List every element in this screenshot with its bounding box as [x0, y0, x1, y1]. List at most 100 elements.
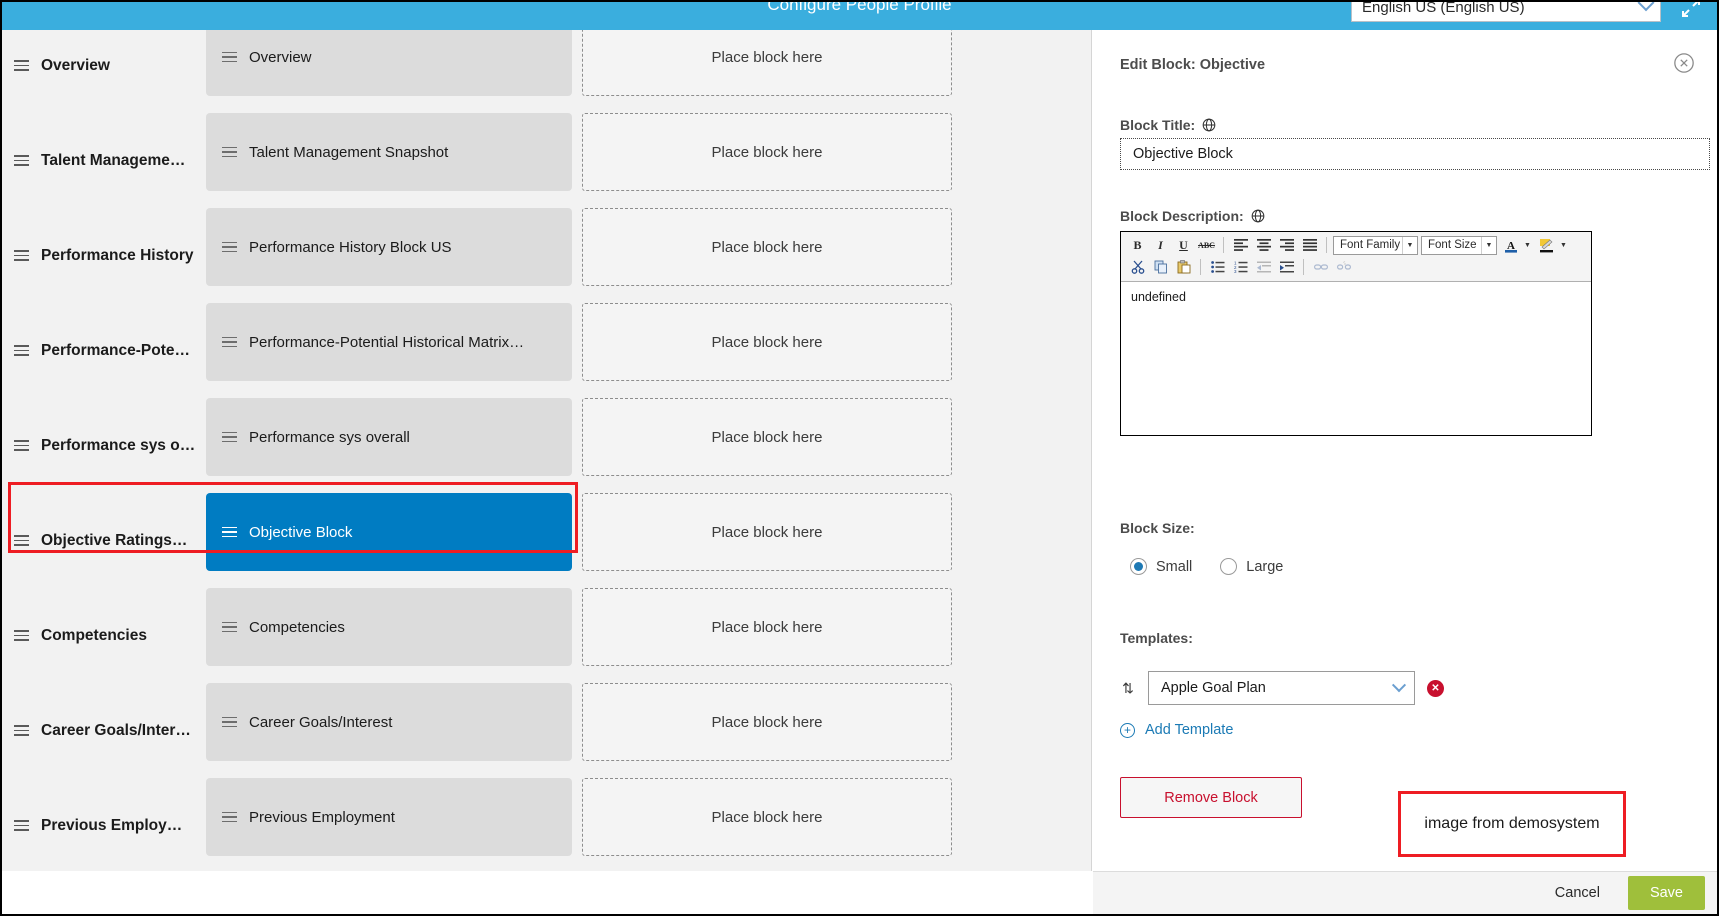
italic-icon[interactable]: I — [1150, 235, 1171, 255]
drag-handle-icon[interactable] — [14, 535, 29, 546]
sidebar-item-career-goals-inter[interactable]: Career Goals/Inter… — [2, 683, 191, 778]
globe-translate-icon[interactable] — [1251, 209, 1265, 223]
dropzone[interactable]: Place block here — [582, 588, 952, 666]
strikethrough-icon[interactable]: ABC — [1196, 235, 1217, 255]
expand-arrows-icon[interactable] — [1679, 2, 1705, 22]
block-card[interactable]: Performance-Potential Historical Matrix… — [206, 303, 572, 381]
drag-handle-icon[interactable] — [222, 621, 237, 633]
drag-handle-icon[interactable] — [14, 60, 29, 71]
globe-translate-icon[interactable] — [1202, 118, 1216, 132]
sidebar-item-performance-history[interactable]: Performance History — [2, 208, 193, 303]
dropzone[interactable]: Place block here — [582, 493, 952, 571]
sidebar-item-label: Objective Ratings… — [41, 531, 188, 549]
radio-option-large[interactable]: Large — [1220, 558, 1283, 575]
bold-icon[interactable]: B — [1127, 235, 1148, 255]
template-select-value: Apple Goal Plan — [1161, 680, 1266, 696]
numbered-list-icon[interactable]: 123 — [1230, 257, 1251, 277]
copy-icon[interactable] — [1150, 257, 1171, 277]
block-card[interactable]: Talent Management Snapshot — [206, 113, 572, 191]
unlink-icon[interactable] — [1333, 257, 1354, 277]
drag-handle-icon[interactable] — [14, 725, 29, 736]
cancel-button[interactable]: Cancel — [1545, 879, 1610, 907]
dropzone[interactable]: Place block here — [582, 30, 952, 96]
block-description-label-text: Block Description: — [1120, 208, 1244, 224]
block-card-selected[interactable]: Objective Block — [206, 493, 572, 571]
font-size-value: Font Size — [1428, 239, 1477, 251]
block-card[interactable]: Career Goals/Interest — [206, 683, 572, 761]
block-card-label: Performance History Block US — [249, 238, 452, 256]
font-size-select[interactable]: Font Size ▼ — [1421, 235, 1497, 255]
drag-handle-icon[interactable] — [222, 336, 237, 348]
link-icon[interactable] — [1310, 257, 1331, 277]
dropzone[interactable]: Place block here — [582, 208, 952, 286]
dropzone[interactable]: Place block here — [582, 683, 952, 761]
sidebar-item-label: Performance History — [41, 246, 194, 264]
drag-handle-icon[interactable] — [14, 345, 29, 356]
drag-handle-icon[interactable] — [222, 526, 237, 538]
align-center-icon[interactable] — [1253, 235, 1274, 255]
drag-handle-icon[interactable] — [14, 440, 29, 451]
remove-circle-icon[interactable]: ✕ — [1427, 679, 1444, 697]
block-card[interactable]: Performance sys overall — [206, 398, 572, 476]
dropzone[interactable]: Place block here — [582, 303, 952, 381]
align-justify-icon[interactable] — [1299, 235, 1320, 255]
save-button[interactable]: Save — [1627, 876, 1705, 910]
paste-icon[interactable] — [1173, 257, 1194, 277]
drag-handle-icon[interactable] — [14, 250, 29, 261]
panel-header: Edit Block: Objective — [1120, 56, 1717, 82]
highlight-color-button[interactable]: ▼ — [1536, 235, 1570, 255]
cut-icon[interactable] — [1127, 257, 1148, 277]
template-select[interactable]: Apple Goal Plan — [1148, 671, 1415, 705]
block-description-label: Block Description: — [1120, 208, 1265, 224]
block-card-label: Objective Block — [249, 523, 353, 541]
drag-handle-icon[interactable] — [14, 155, 29, 166]
add-template-label: Add Template — [1145, 722, 1234, 738]
language-selector[interactable]: English US (English US) — [1351, 2, 1661, 22]
drag-handle-icon[interactable] — [222, 431, 237, 443]
sidebar-item-performance-pote[interactable]: Performance-Pote… — [2, 303, 190, 398]
sidebar-item-objective-ratings[interactable]: Objective Ratings… — [2, 493, 188, 588]
drag-handle-icon[interactable] — [222, 146, 237, 158]
dropzone-list: Place block here Place block here Place bl… — [582, 30, 952, 875]
rich-text-editor: B I U ABC Font Family ▼ Font Size ▼ A ▼ … — [1120, 231, 1592, 436]
indent-icon[interactable] — [1276, 257, 1297, 277]
dropzone[interactable]: Place block here — [582, 778, 952, 856]
block-card-label: Performance sys overall — [249, 428, 410, 446]
toolbar-divider — [1303, 259, 1304, 275]
font-family-value: Font Family — [1340, 239, 1401, 251]
block-size-label: Block Size: — [1120, 520, 1195, 536]
align-left-icon[interactable] — [1230, 235, 1251, 255]
block-title-input[interactable] — [1120, 138, 1710, 170]
outdent-icon[interactable] — [1253, 257, 1274, 277]
font-family-select[interactable]: Font Family ▼ — [1333, 235, 1418, 255]
dropzone[interactable]: Place block here — [582, 398, 952, 476]
block-card[interactable]: Competencies — [206, 588, 572, 666]
block-title-label: Block Title: — [1120, 117, 1216, 133]
sort-updown-icon[interactable]: ⇅ — [1120, 678, 1136, 698]
drag-handle-icon[interactable] — [14, 630, 29, 641]
sidebar-item-previous-employ[interactable]: Previous Employ… — [2, 778, 185, 873]
block-card[interactable]: Overview — [206, 30, 572, 96]
drag-handle-icon[interactable] — [222, 716, 237, 728]
drag-handle-icon[interactable] — [14, 820, 29, 831]
remove-block-button[interactable]: Remove Block — [1120, 777, 1302, 818]
align-right-icon[interactable] — [1276, 235, 1297, 255]
sidebar-item-talent-manageme[interactable]: Talent Manageme… — [2, 113, 185, 208]
radio-option-small[interactable]: Small — [1130, 558, 1192, 575]
bullet-list-icon[interactable] — [1207, 257, 1228, 277]
close-circle-icon[interactable] — [1673, 52, 1695, 74]
editor-content[interactable]: undefined — [1121, 282, 1591, 312]
radio-large-label: Large — [1246, 558, 1284, 575]
drag-handle-icon[interactable] — [222, 51, 237, 63]
underline-icon[interactable]: U — [1173, 235, 1194, 255]
drag-handle-icon[interactable] — [222, 241, 237, 253]
drag-handle-icon[interactable] — [222, 811, 237, 823]
block-card[interactable]: Performance History Block US — [206, 208, 572, 286]
text-color-button[interactable]: A ▼ — [1500, 235, 1534, 255]
sidebar-item-overview[interactable]: Overview — [2, 30, 185, 113]
sidebar-item-competencies[interactable]: Competencies — [2, 588, 185, 683]
dropzone[interactable]: Place block here — [582, 113, 952, 191]
sidebar-item-performance-sys-o[interactable]: Performance sys o… — [2, 398, 195, 493]
block-card[interactable]: Previous Employment — [206, 778, 572, 856]
add-template-link[interactable]: + Add Template — [1120, 722, 1233, 738]
